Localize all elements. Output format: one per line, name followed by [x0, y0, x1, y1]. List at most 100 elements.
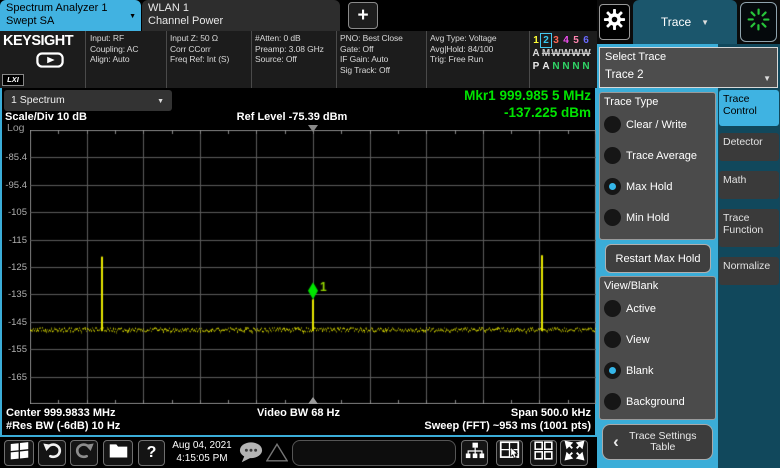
lxi-logo: LXI: [2, 74, 24, 86]
header-column: PNO: Best CloseGate: OffIF Gain: AutoSig…: [337, 31, 427, 88]
tab-title: WLAN 1: [148, 2, 332, 15]
select-window-button[interactable]: [496, 440, 523, 466]
submenu-tab-column: Trace Control Detector Math Trace Function N…: [718, 44, 780, 468]
header-annotation: PNO: Best Close: [340, 33, 426, 44]
subtab-normalize[interactable]: Normalize: [719, 257, 779, 285]
radio-option-blank[interactable]: Blank: [600, 355, 715, 386]
menu-title-dropdown[interactable]: Trace ▼: [633, 0, 737, 44]
annotation-row-2: #Res BW (-6dB) 10 Hz Sweep (FFT) ~953 ms…: [2, 420, 595, 433]
radio-option-max-hold[interactable]: Max Hold: [600, 171, 715, 202]
help-button[interactable]: ?: [138, 440, 165, 466]
trace-number: 3: [551, 34, 561, 47]
window-selector-label: 1 Spectrum: [11, 94, 65, 106]
trace-status-row: AMWWWW: [531, 47, 597, 60]
trace-number: 6: [581, 34, 591, 47]
res-bw-annotation[interactable]: #Res BW (-6dB) 10 Hz: [6, 420, 120, 432]
trace-number: 2: [541, 34, 551, 47]
trace-type-letter: A: [531, 47, 541, 60]
menu-title-label: Trace: [661, 15, 691, 29]
span-annotation[interactable]: Span 500.0 kHz: [511, 407, 591, 419]
undo-button[interactable]: [38, 440, 66, 466]
settings-annotation-columns: Input: RFCoupling: ACAlign: AutoInput Z:…: [87, 31, 530, 88]
header-annotation: IF Gain: Auto: [340, 54, 426, 65]
grid-layout-icon: [533, 440, 554, 466]
radio-button-icon: [604, 209, 621, 226]
spectrum-plot[interactable]: [30, 130, 596, 404]
radio-button-icon: [604, 362, 621, 379]
redo-button[interactable]: [70, 440, 98, 466]
add-tab-button[interactable]: +: [348, 2, 378, 29]
messages-bubble-icon[interactable]: [238, 441, 264, 468]
y-axis-tick-label: -145: [1, 317, 27, 328]
view-blank-group: View/BlankActiveViewBlankBackground: [599, 276, 716, 420]
radio-button-icon: [604, 147, 621, 164]
header-annotation: Corr CCorr: [170, 44, 251, 55]
radio-option-view[interactable]: View: [600, 324, 715, 355]
subtab-math[interactable]: Math: [719, 171, 779, 199]
radio-option-trace-average[interactable]: Trace Average: [600, 140, 715, 171]
gear-icon: [603, 8, 626, 36]
video-bw-annotation[interactable]: Video BW 68 Hz: [2, 407, 595, 419]
radio-option-clear-write[interactable]: Clear / Write: [600, 109, 715, 140]
sequencer-button[interactable]: [461, 440, 488, 466]
system-settings-button[interactable]: [599, 4, 630, 40]
trace-type-letter: M: [541, 47, 551, 60]
chevron-down-icon: ▼: [129, 13, 136, 20]
radio-button-icon: [604, 116, 621, 133]
radio-option-background[interactable]: Background: [600, 386, 715, 417]
annotation-row-1: Center 999.9833 MHz Video BW 68 Hz Span …: [2, 407, 595, 420]
y-axis-tick-label: -85.4: [1, 152, 27, 163]
fullscreen-button[interactable]: [560, 440, 588, 466]
tab-title: Spectrum Analyzer 1: [6, 2, 133, 15]
y-axis-tick-label: -125: [1, 262, 27, 273]
restart-max-hold-button[interactable]: Restart Max Hold: [605, 244, 711, 273]
subtab-trace-control[interactable]: Trace Control: [719, 90, 779, 126]
measurement-activity-button[interactable]: [740, 2, 777, 42]
windows-logo-icon: [9, 440, 30, 466]
trace-number: 5: [571, 34, 581, 47]
group-title: Trace Type: [600, 93, 715, 109]
trace-status-block[interactable]: 123456AMWWWWPANNNN: [531, 34, 597, 73]
radio-option-active[interactable]: Active: [600, 293, 715, 324]
subtab-detector[interactable]: Detector: [719, 133, 779, 161]
header-column: #Atten: 0 dBPreamp: 3.08 GHzSource: Off: [252, 31, 337, 88]
radio-option-label: Active: [626, 303, 656, 315]
ref-level-label[interactable]: Ref Level -75.39 dBm: [142, 111, 442, 123]
select-trace-value: Trace 2: [605, 69, 644, 81]
sweep-annotation[interactable]: Sweep (FFT) ~953 ms (1001 pts): [424, 420, 591, 432]
message-area[interactable]: [292, 440, 456, 466]
radio-option-label: Min Hold: [626, 212, 669, 224]
radio-option-min-hold[interactable]: Min Hold: [600, 202, 715, 233]
header-annotation: Avg|Hold: 84/100: [430, 44, 529, 55]
chevron-down-icon: ▼: [763, 74, 771, 83]
window-selector-dropdown[interactable]: 1 Spectrum ▼: [4, 90, 172, 111]
radio-button-icon: [604, 331, 621, 348]
system-menu-button[interactable]: [4, 440, 34, 466]
select-trace-dropdown[interactable]: Select Trace Trace 2 ▼: [599, 47, 778, 88]
radio-button-icon: [604, 300, 621, 317]
window-layout-button[interactable]: [530, 440, 557, 466]
subtab-trace-function[interactable]: Trace Function: [719, 209, 779, 247]
remote-display-icon: [36, 52, 64, 74]
header-annotation: Avg Type: Voltage: [430, 33, 529, 44]
keysight-logo-block: KEYSIGHT LXI: [0, 31, 86, 88]
trace-detector-letter: P: [531, 60, 541, 73]
spectrum-analyzer-app: Spectrum Analyzer 1 Swept SA ▼ WLAN 1 Ch…: [0, 0, 780, 468]
y-axis-labels: -85.4-95.4-105-115-125-135-145-155-165: [2, 130, 28, 404]
y-axis-tick-label: -105: [1, 207, 27, 218]
trace-type-letter: W: [571, 47, 581, 60]
trace-detector-letter: A: [541, 60, 551, 73]
date-text: Aug 04, 2021: [167, 440, 237, 453]
help-icon: ?: [147, 444, 157, 462]
tab-spectrum-analyzer[interactable]: Spectrum Analyzer 1 Swept SA ▼: [0, 0, 141, 31]
file-button[interactable]: [103, 440, 133, 466]
datetime-display[interactable]: Aug 04, 2021 4:15:05 PM: [167, 440, 237, 465]
folder-icon: [108, 440, 129, 466]
trace-type-letter: W: [551, 47, 561, 60]
trace-settings-table-button[interactable]: ‹ Trace Settings Table: [602, 424, 713, 460]
radio-button-icon: [604, 393, 621, 410]
tab-wlan[interactable]: WLAN 1 Channel Power: [142, 0, 340, 31]
chevron-left-icon: ‹: [613, 437, 619, 447]
trace-type-letter: W: [581, 47, 591, 60]
trace-type-group: Trace TypeClear / WriteTrace AverageMax …: [599, 92, 716, 240]
